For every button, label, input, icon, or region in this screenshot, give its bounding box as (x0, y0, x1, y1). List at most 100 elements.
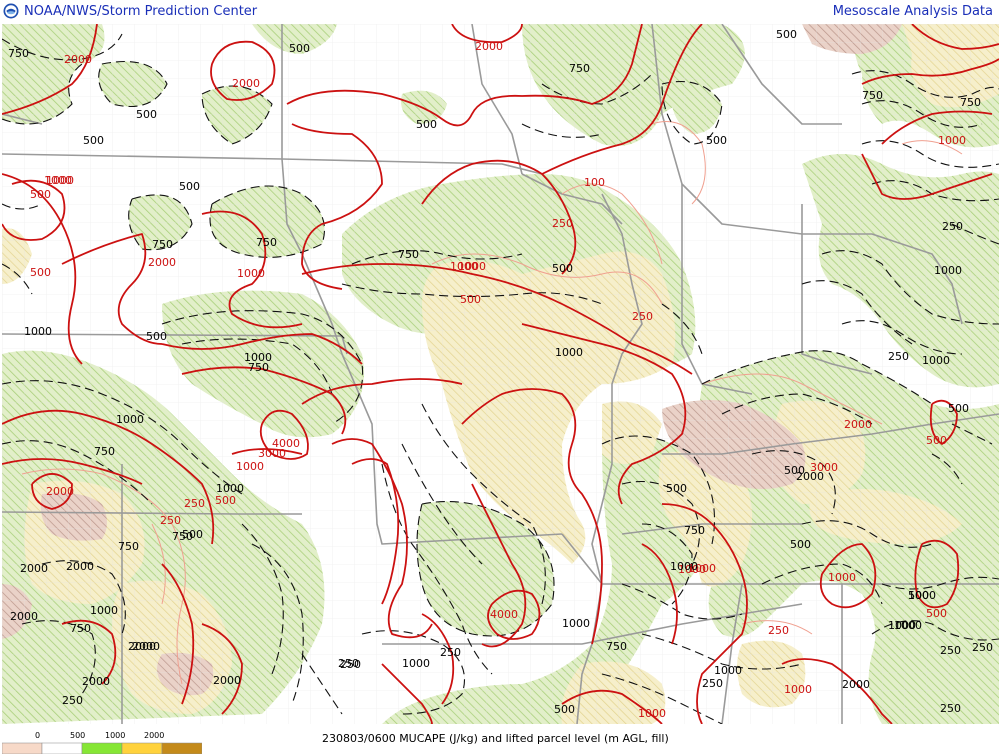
lpl-label: 2000 (82, 675, 110, 688)
lpl-label: 1000 (402, 657, 430, 670)
cape-label: 1000 (638, 707, 666, 720)
lpl-label: 2000 (132, 640, 160, 653)
cape-label: 1000 (828, 571, 856, 584)
legend-swatch-3 (121, 742, 163, 754)
lpl-label: 750 (152, 238, 173, 251)
lpl-label: 2000 (66, 560, 94, 573)
lpl-label: 500 (784, 464, 805, 477)
lpl-label: 1000 (888, 619, 916, 632)
map-panel: 2000 2000 2000 1000 500 2000 1000 4000 3… (2, 24, 999, 724)
legend-swatch-2 (81, 742, 123, 754)
lpl-label: 250 (972, 641, 993, 654)
header-bar: NOAA/NWS/Storm Prediction Center Mesosca… (0, 0, 1001, 24)
lpl-label: 250 (702, 677, 723, 690)
lpl-label: 2000 (10, 610, 38, 623)
legend-tick: 0 (35, 731, 40, 740)
map-caption: 230803/0600 MUCAPE (J/kg) and lifted par… (322, 732, 669, 745)
lpl-label: 1000 (244, 351, 272, 364)
cape-label: 3000 (258, 447, 286, 460)
lpl-label: 2000 (842, 678, 870, 691)
lpl-label: 250 (62, 694, 83, 707)
lpl-label: 500 (706, 134, 727, 147)
legend-swatch-4 (161, 742, 202, 754)
lpl-label: 1000 (670, 560, 698, 573)
lpl-label: 500 (179, 180, 200, 193)
lpl-label: 750 (118, 540, 139, 553)
lpl-label: 500 (666, 482, 687, 495)
lpl-label: 250 (940, 702, 961, 715)
lpl-label: 500 (146, 330, 167, 343)
cape-label: 250 (184, 497, 205, 510)
color-legend: 0 500 1000 2000 (2, 731, 202, 754)
lpl-label: 1000 (24, 325, 52, 338)
mucape-map: 2000 2000 2000 1000 500 2000 1000 4000 3… (2, 24, 999, 724)
lpl-label: 750 (684, 524, 705, 537)
legend-tick: 2000 (144, 731, 164, 740)
legend-swatch-1 (41, 742, 83, 754)
lpl-label: 750 (256, 236, 277, 249)
lpl-label: 750 (94, 445, 115, 458)
cape-label: 250 (160, 514, 181, 527)
lpl-label: 2000 (20, 562, 48, 575)
cape-label: 2000 (64, 53, 92, 66)
lpl-label: 500 (83, 134, 104, 147)
cape-label: 2000 (844, 418, 872, 431)
lpl-label: 1000 (714, 664, 742, 677)
cape-label: 250 (632, 310, 653, 323)
cape-label: 1000 (938, 134, 966, 147)
cape-label: 2000 (46, 485, 74, 498)
lpl-label: 750 (8, 47, 29, 60)
cape-label: 1000 (458, 260, 486, 273)
cape-label: 2000 (232, 77, 260, 90)
lpl-label: 500 (136, 108, 157, 121)
cape-label: 1000 (236, 460, 264, 473)
lpl-label: 1000 (922, 354, 950, 367)
lpl-label: 500 (416, 118, 437, 131)
cape-label: 500 (926, 434, 947, 447)
cape-label: 1000 (237, 267, 265, 280)
cape-label: 500 (30, 188, 51, 201)
lpl-label: 500 (948, 402, 969, 415)
lpl-label: 750 (569, 62, 590, 75)
lpl-label: 500 (790, 538, 811, 551)
cape-label: 2000 (148, 256, 176, 269)
lpl-label: 250 (340, 658, 361, 671)
lpl-label: 750 (960, 96, 981, 109)
lpl-label: 250 (888, 350, 909, 363)
cape-label: 500 (460, 293, 481, 306)
lpl-label: 1000 (908, 589, 936, 602)
header-title: NOAA/NWS/Storm Prediction Center (24, 4, 258, 19)
lpl-label: 1000 (116, 413, 144, 426)
lpl-label: 2000 (213, 674, 241, 687)
legend-tick: 1000 (105, 731, 125, 740)
lpl-label: 750 (398, 248, 419, 261)
lpl-label: 250 (942, 220, 963, 233)
footer-bar: 0 500 1000 2000 230803/0600 MUCAPE (J/kg… (0, 724, 1001, 754)
cape-label: 1000 (784, 683, 812, 696)
legend-tick: 500 (70, 731, 85, 740)
lpl-label: 500 (289, 42, 310, 55)
cape-label: 250 (552, 217, 573, 230)
lpl-label: 750 (862, 89, 883, 102)
lpl-label: 750 (606, 640, 627, 653)
noaa-logo-icon (3, 3, 19, 19)
cape-label: 100 (584, 176, 605, 189)
lpl-label: 500 (554, 703, 575, 716)
cape-label: 500 (926, 607, 947, 620)
lpl-label: 250 (440, 646, 461, 659)
lpl-label: 1000 (555, 346, 583, 359)
lpl-label: 750 (70, 622, 91, 635)
cape-label: 4000 (490, 608, 518, 621)
legend-swatch-0 (2, 742, 43, 754)
lpl-label: 750 (172, 530, 193, 543)
lpl-label: 500 (776, 28, 797, 41)
lpl-label: 1000 (562, 617, 590, 630)
cape-label: 2000 (475, 40, 503, 53)
lpl-label: 1000 (90, 604, 118, 617)
header-product-title: Mesoscale Analysis Data (832, 4, 993, 19)
lpl-label: 250 (940, 644, 961, 657)
cape-label: 250 (768, 624, 789, 637)
lpl-label: 500 (552, 262, 573, 275)
cape-label: 500 (30, 266, 51, 279)
lpl-label: 1000 (216, 482, 244, 495)
